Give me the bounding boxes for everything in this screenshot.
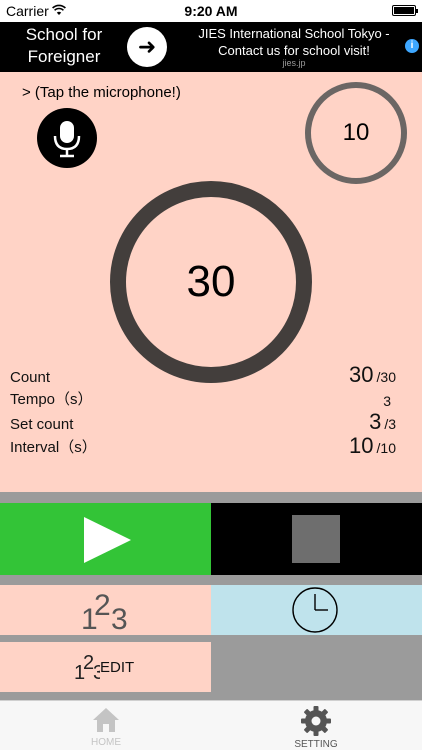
stat-label: Tempo（s） xyxy=(10,391,93,408)
stat-total: /10 xyxy=(376,440,396,456)
count-icon: 1 2 3 xyxy=(81,589,128,636)
divider xyxy=(0,692,211,700)
timer-mode-button[interactable] xyxy=(211,585,422,635)
svg-text:3: 3 xyxy=(93,662,100,684)
divider xyxy=(0,492,422,503)
stat-current: 3 xyxy=(383,393,391,409)
microphone-icon xyxy=(53,121,81,158)
stat-label: Set count xyxy=(10,416,74,433)
count-edit-button[interactable]: 1 2 3 EDIT xyxy=(0,642,211,692)
microphone-prompt: > (Tap the microphone!) xyxy=(22,84,181,101)
ad-domain: jies.jp xyxy=(282,58,306,68)
stat-row-interval: Interval（s） 10/10 xyxy=(0,433,422,459)
stat-label: Count xyxy=(10,369,51,386)
tab-bar: HOME SETTING xyxy=(0,700,422,750)
stat-current: 10 xyxy=(349,433,374,458)
battery-icon xyxy=(392,5,418,16)
arrow-right-icon[interactable]: ➜ xyxy=(127,27,167,67)
tab-home[interactable]: HOME xyxy=(66,705,146,748)
stat-row-count: Count 30/30 xyxy=(0,362,422,388)
ad-banner[interactable]: School for Foreigner ➜ JIES Internationa… xyxy=(0,22,422,72)
stop-icon xyxy=(292,515,340,563)
divider xyxy=(0,635,422,642)
stat-label: Interval（s） xyxy=(10,439,97,456)
empty-panel xyxy=(211,642,422,700)
stat-total: /3 xyxy=(384,416,396,432)
clock-icon xyxy=(292,587,338,633)
stop-button[interactable] xyxy=(211,503,422,575)
tab-setting[interactable]: SETTING xyxy=(276,705,356,750)
ad-text: JIES International School Tokyo - Contac… xyxy=(198,26,390,58)
tab-setting-label: SETTING xyxy=(294,739,338,750)
count-mode-button[interactable]: 1 2 3 xyxy=(0,585,211,636)
edit-label: EDIT xyxy=(100,659,135,676)
stat-row-set-count: Set count 3/3 xyxy=(0,409,422,435)
svg-text:3: 3 xyxy=(111,603,128,635)
status-bar: Carrier 9:20 AM xyxy=(0,0,422,22)
interval-timer-ring: 10 xyxy=(305,82,407,184)
svg-text:2: 2 xyxy=(94,589,111,622)
stat-current: 3 xyxy=(369,409,382,434)
gear-icon xyxy=(301,706,331,736)
count-edit-icon: 1 2 3 xyxy=(74,652,100,684)
play-button[interactable] xyxy=(0,503,211,575)
clock-time: 9:20 AM xyxy=(184,3,238,19)
stat-current: 30 xyxy=(349,362,374,387)
play-icon xyxy=(84,517,131,563)
stat-row-tempo: Tempo（s） 3 xyxy=(0,387,422,411)
tab-home-label: HOME xyxy=(91,737,121,748)
ad-left-text: School for Foreigner xyxy=(25,25,103,66)
microphone-button[interactable] xyxy=(37,108,97,168)
divider xyxy=(0,575,422,585)
stat-total: /30 xyxy=(376,369,396,385)
home-icon xyxy=(93,708,119,732)
info-icon[interactable]: i xyxy=(405,39,419,53)
count-timer-ring: 30 xyxy=(110,181,312,383)
